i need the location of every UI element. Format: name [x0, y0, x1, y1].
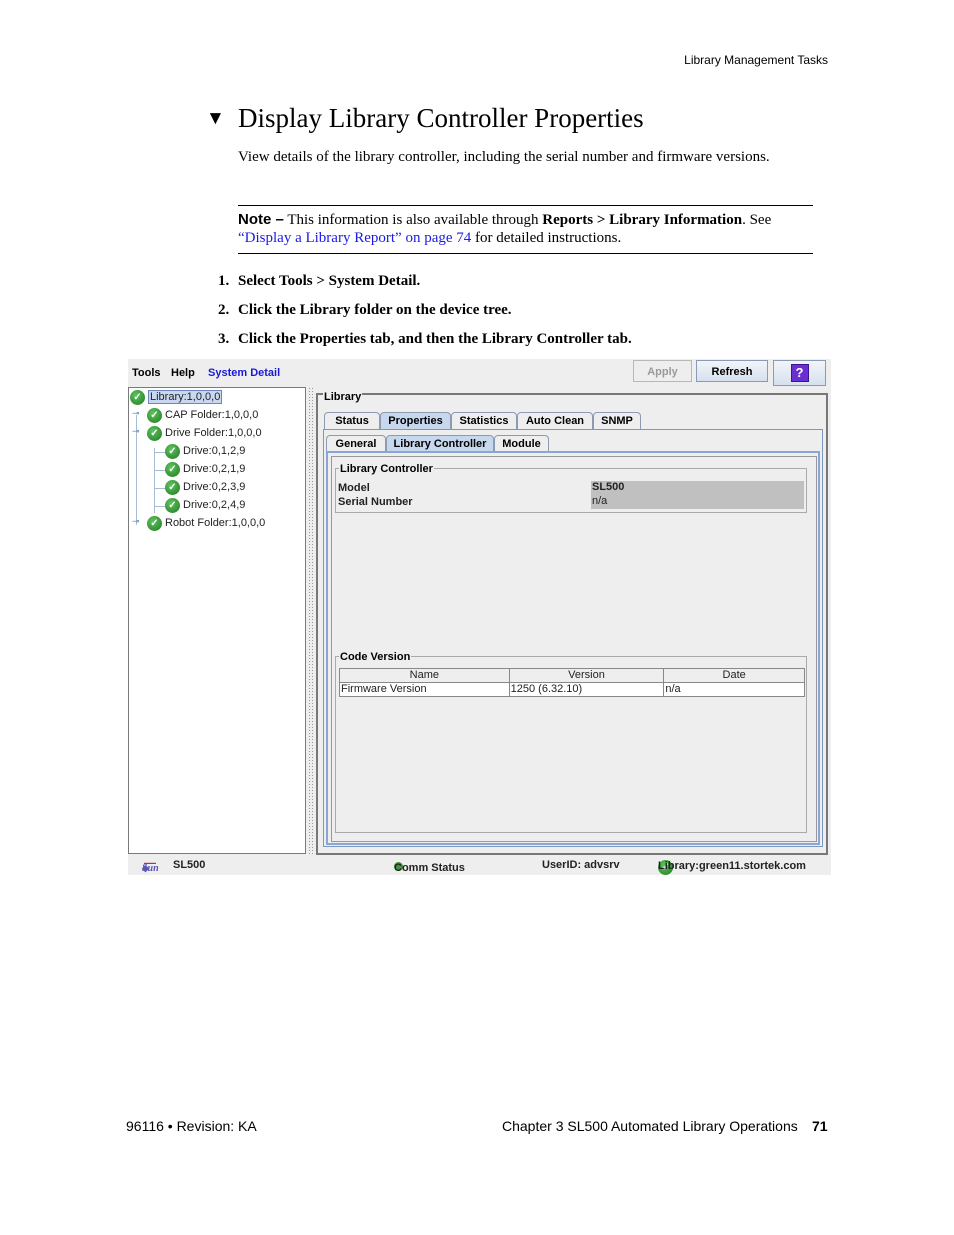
tree-node-drive[interactable]: ✓ Drive:0,2,1,9	[165, 461, 245, 478]
note-text-3: for detailed instructions.	[471, 230, 622, 246]
tree-node-drive[interactable]: ✓ Drive:0,2,3,9	[165, 479, 245, 496]
note-label: Note –	[238, 211, 284, 228]
running-header: Library Management Tasks	[684, 53, 828, 67]
menu-help[interactable]: Help	[171, 367, 195, 379]
note-bottom-rule	[238, 253, 813, 254]
note-menu-path: Reports > Library Information	[542, 212, 743, 228]
help-button[interactable]: ?	[773, 360, 826, 386]
tab-status[interactable]: Status	[324, 412, 380, 429]
subtab-library-controller[interactable]: Library Controller	[386, 435, 494, 452]
status-ok-icon: ✓	[130, 389, 145, 405]
step-text: Click the Properties tab, and then the L…	[238, 331, 632, 347]
tree-node-label: Library:1,0,0,0	[148, 390, 223, 404]
triangle-bullet-icon: ▼	[206, 108, 225, 129]
tree-expand-handle-icon[interactable]: ⊸	[132, 408, 140, 419]
subtab-general[interactable]: General	[326, 435, 386, 452]
step-number: 1.	[218, 273, 230, 289]
tree-node-drive-folder[interactable]: ✓ Drive Folder:1,0,0,0	[147, 425, 262, 442]
cell-version: 1250 (6.32.10)	[508, 682, 665, 697]
footer-page-number: 71	[812, 1118, 828, 1134]
section-title-text: Display Library Controller Properties	[238, 103, 644, 133]
sun-logo-icon: ▬▬▬ ◆ Sun	[142, 860, 159, 874]
note-block: Note – This information is also availabl…	[238, 211, 828, 247]
column-header-version[interactable]: Version	[508, 668, 665, 683]
table-row[interactable]: Firmware Version 1250 (6.32.10) n/a	[339, 682, 805, 697]
tree-node-drive[interactable]: ✓ Drive:0,1,2,9	[165, 443, 245, 460]
tree-node-robot-folder[interactable]: ✓ Robot Folder:1,0,0,0	[147, 515, 265, 532]
step-number: 2.	[218, 302, 230, 318]
refresh-button[interactable]: Refresh	[696, 360, 768, 382]
step-item: 3. Click the Properties tab, and then the…	[218, 331, 632, 348]
cell-date: n/a	[663, 682, 805, 697]
tree-node-label: Drive:0,2,1,9	[183, 463, 246, 475]
tree-node-library[interactable]: ✓ Library:1,0,0,0	[130, 389, 223, 406]
status-ok-icon: ✓	[165, 479, 180, 495]
tree-connector	[154, 448, 155, 513]
footer-chapter: Chapter 3 SL500 Automated Library Operat…	[502, 1118, 798, 1134]
tree-node-label: Drive:0,2,3,9	[183, 481, 246, 493]
library-panel-title: Library	[323, 391, 363, 403]
tree-expand-handle-icon[interactable]: ⊸	[132, 516, 140, 527]
tab-snmp[interactable]: SNMP	[593, 412, 641, 429]
status-ok-icon: ✓	[147, 407, 162, 423]
status-ok-icon: ✓	[147, 515, 162, 531]
apply-button[interactable]: Apply	[633, 360, 692, 382]
step-number: 3.	[218, 331, 230, 347]
table-header-row: Name Version Date	[339, 668, 805, 683]
help-question-icon: ?	[790, 364, 809, 382]
menu-system-detail[interactable]: System Detail	[208, 367, 280, 379]
note-text-1: This information is also available throu…	[283, 212, 543, 228]
status-ok-icon: ✓	[165, 461, 180, 477]
tree-node-label: Drive Folder:1,0,0,0	[165, 427, 262, 439]
note-top-rule	[238, 205, 813, 206]
menu-bar: Tools Help System Detail	[128, 359, 283, 386]
status-bar: ▬▬▬ ◆ Sun SL500 Comm Status UserID: advsrv…	[128, 856, 831, 875]
serial-number-value: n/a	[591, 495, 804, 509]
tree-node-label: CAP Folder:1,0,0,0	[165, 409, 259, 421]
user-id: UserID: advsrv	[542, 859, 620, 871]
serial-number-label: Serial Number	[338, 496, 413, 508]
split-pane-divider[interactable]	[308, 387, 314, 854]
step-item: 2. Click the Library folder on the device…	[218, 302, 512, 319]
status-ok-icon: ✓	[147, 425, 162, 441]
status-ok-icon: ✓	[165, 497, 180, 513]
menu-tools[interactable]: Tools	[132, 367, 161, 379]
tree-node-label: Drive:0,2,4,9	[183, 499, 246, 511]
status-ok-icon: ✓	[165, 443, 180, 459]
tree-collapse-handle-icon[interactable]: ⊸	[132, 426, 140, 437]
footer-revision: 96116 • Revision: KA	[126, 1118, 257, 1134]
column-header-date[interactable]: Date	[663, 668, 805, 683]
note-cross-reference-link[interactable]: “Display a Library Report” on page 74	[238, 230, 471, 246]
model-value: SL500	[591, 481, 804, 495]
tree-node-drive[interactable]: ✓ Drive:0,2,4,9	[165, 497, 245, 514]
tree-node-label: Robot Folder:1,0,0,0	[165, 517, 266, 529]
tree-node-label: Drive:0,1,2,9	[183, 445, 246, 457]
intro-paragraph: View details of the library controller, …	[238, 149, 770, 165]
library-controller-legend: Library Controller	[339, 463, 434, 475]
cell-name: Firmware Version	[339, 682, 510, 697]
column-header-name[interactable]: Name	[339, 668, 510, 683]
code-version-legend: Code Version	[339, 651, 412, 663]
model-label: Model	[338, 482, 370, 494]
section-title: ▼ Display Library Controller Properties	[206, 103, 644, 134]
step-item: 1. Select Tools > System Detail.	[218, 273, 420, 290]
note-text-2: . See	[742, 212, 772, 228]
step-text: Select Tools > System Detail.	[238, 273, 421, 289]
tab-properties[interactable]: Properties	[380, 412, 451, 429]
code-version-table: Name Version Date Firmware Version 1250 …	[339, 668, 805, 697]
step-text: Click the Library folder on the device t…	[238, 302, 512, 318]
system-detail-window: Tools Help System Detail Apply Refresh ?…	[128, 359, 831, 875]
tab-auto-clean[interactable]: Auto Clean	[517, 412, 593, 429]
subtab-module[interactable]: Module	[494, 435, 549, 452]
product-name: SL500	[173, 859, 206, 871]
tree-node-cap-folder[interactable]: ✓ CAP Folder:1,0,0,0	[147, 407, 258, 424]
tab-statistics[interactable]: Statistics	[451, 412, 517, 429]
device-tree: ⊸ ⊸ ⊸ ✓ Library:1,0,0,0 ✓ CAP Folder:1,0,0…	[128, 387, 306, 854]
